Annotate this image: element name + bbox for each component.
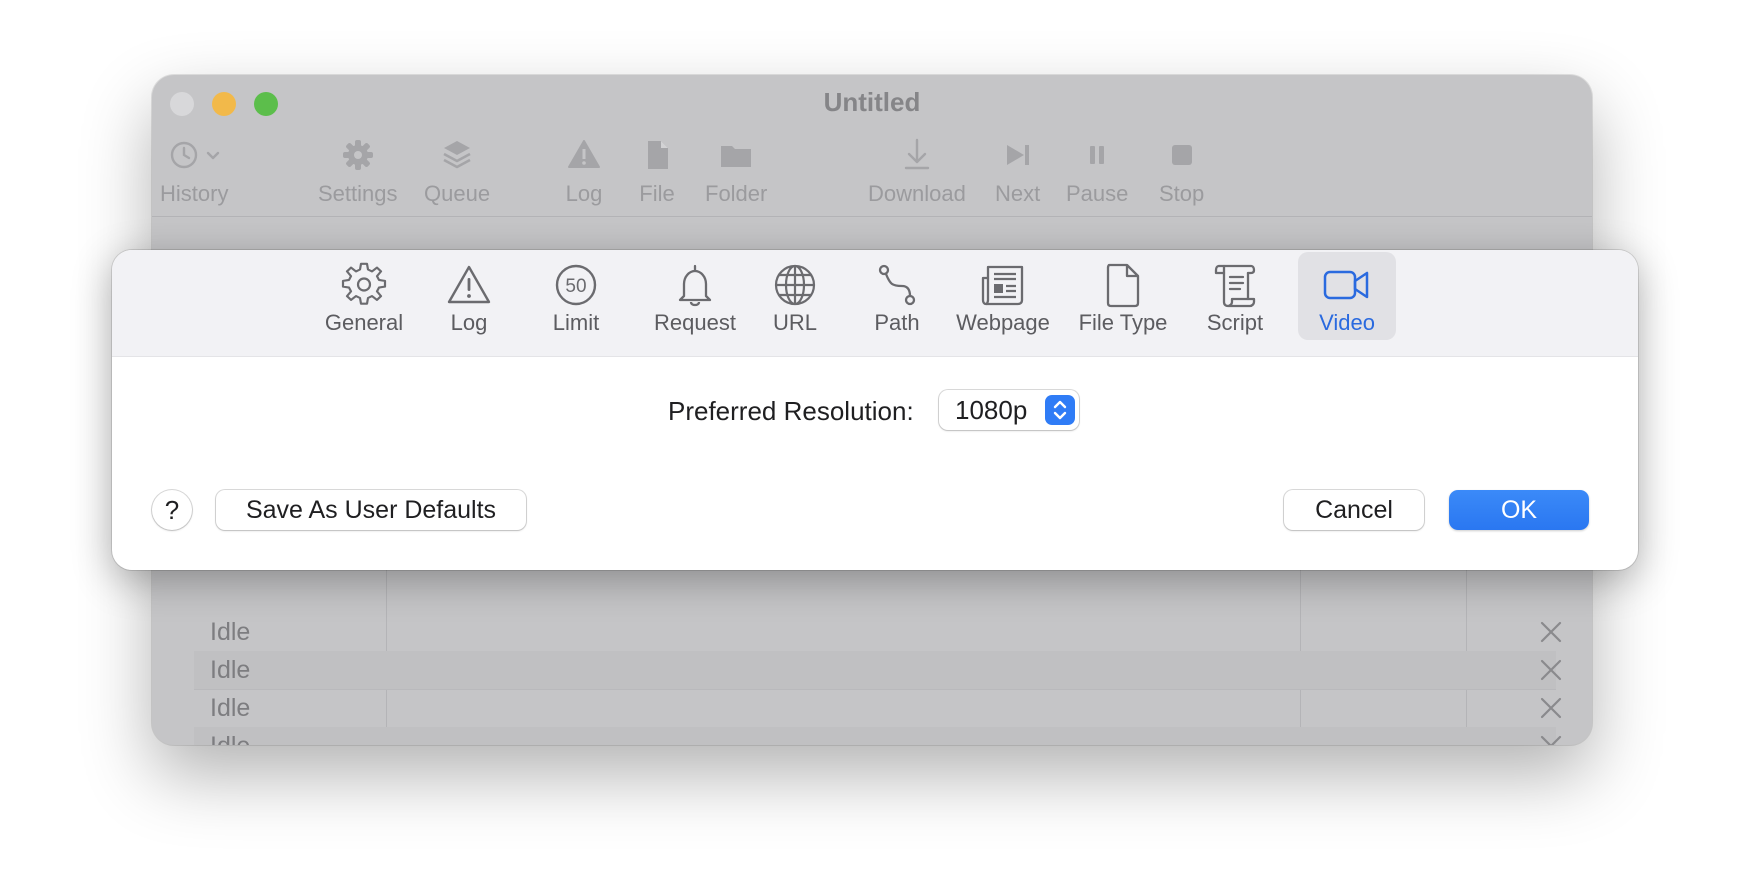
toolbar-file-label: File [639,181,675,206]
gear-icon [341,262,387,305]
toolbar-download[interactable]: Download [868,135,966,207]
stack-icon [443,141,471,169]
toolbar-history[interactable]: History [160,135,228,207]
tab-script[interactable]: Script [1188,252,1282,340]
tab-url[interactable]: URL [760,252,830,340]
globe-icon [774,264,816,306]
tab-file-type[interactable]: File Type [1068,252,1178,340]
tab-log[interactable]: Log [432,252,506,340]
settings-sheet: General Log 50 Limit Request URL Path We… [112,250,1638,570]
toolbar-settings[interactable]: Settings [318,135,398,207]
video-camera-icon [1323,270,1369,300]
window-title: Untitled [823,87,921,117]
help-button[interactable]: ? [152,490,192,530]
toolbar-history-label: History [160,181,229,206]
cancel-button[interactable]: Cancel [1284,490,1424,530]
toolbar-download-label: Download [868,181,966,206]
tab-log-label: Log [450,310,488,335]
tab-file-type-label: File Type [1078,310,1168,335]
remove-icon[interactable] [1538,657,1564,683]
tab-request[interactable]: Request [642,252,748,340]
table-row[interactable]: Idle [194,689,1562,728]
table-row[interactable]: Idle [194,651,1562,690]
resolution-popup[interactable]: 1080p [939,390,1079,430]
row-status: Idle [210,617,251,646]
tab-webpage-label: Webpage [956,310,1050,335]
toolbar-stop-label: Stop [1159,181,1205,206]
gear-icon [342,140,373,170]
tab-path-label: Path [874,310,920,335]
tab-general[interactable]: General [308,252,420,340]
resolution-value: 1080p [955,395,1028,425]
newspaper-icon [981,265,1024,306]
tab-webpage[interactable]: Webpage [946,252,1060,340]
clock-icon [171,141,220,169]
table-row[interactable]: Idle [194,613,1562,652]
scroll-icon [1214,264,1256,308]
tab-request-label: Request [654,310,736,335]
save-as-user-defaults-button[interactable]: Save As User Defaults [216,490,526,530]
path-icon [878,264,916,306]
ok-button[interactable]: OK [1449,490,1589,530]
remove-icon[interactable] [1538,733,1564,745]
popup-arrows [1045,395,1075,425]
toolbar-divider [152,216,1592,217]
row-status: Idle [210,693,251,722]
tab-video-label: Video [1319,310,1375,335]
remove-icon[interactable] [1538,619,1564,645]
toolbar-stop[interactable]: Stop [1159,135,1204,207]
toolbar-next-label: Next [995,181,1041,206]
warning-icon [568,140,600,168]
warning-triangle-icon [447,265,491,304]
tab-url-label: URL [772,310,817,335]
chevron-up-down-icon [1053,400,1067,420]
table-row[interactable]: Idle [194,727,1562,746]
tab-limit[interactable]: 50 Limit [536,252,616,340]
tab-path[interactable]: Path [858,252,936,340]
limit-badge-text: 50 [565,276,586,297]
toolbar-next[interactable]: Next [995,135,1040,207]
toolbar-file[interactable]: File [637,135,677,207]
toolbar-settings-label: Settings [318,181,398,206]
download-arrow-icon [904,138,930,170]
toolbar-folder[interactable]: Folder [705,135,767,207]
toolbar-pause-label: Pause [1066,181,1129,206]
pause-icon [1090,146,1105,164]
preferred-resolution-label: Preferred Resolution: [668,396,914,426]
tab-script-label: Script [1206,310,1264,335]
toolbar-folder-label: Folder [705,181,768,206]
toolbar-queue-label: Queue [424,181,491,206]
document-icon [1106,263,1140,308]
toolbar-queue[interactable]: Queue [424,135,490,207]
row-status: Idle [210,732,250,746]
file-icon [648,141,668,169]
tab-general-label: General [324,310,404,335]
folder-icon [721,146,752,167]
next-track-icon [1006,145,1029,165]
remove-icon[interactable] [1538,695,1564,721]
preferences-toolbar: General Log 50 Limit Request URL Path We… [112,250,1638,357]
toolbar-log[interactable]: Log [564,135,604,207]
stop-icon [1171,145,1192,165]
tab-limit-label: Limit [552,310,600,335]
speed-limit-50-icon: 50 [555,264,597,306]
tab-video[interactable]: Video [1298,252,1396,340]
bell-icon [678,264,712,307]
row-status: Idle [210,655,251,684]
toolbar-log-label: Log [565,181,603,206]
toolbar-pause[interactable]: Pause [1066,135,1128,207]
